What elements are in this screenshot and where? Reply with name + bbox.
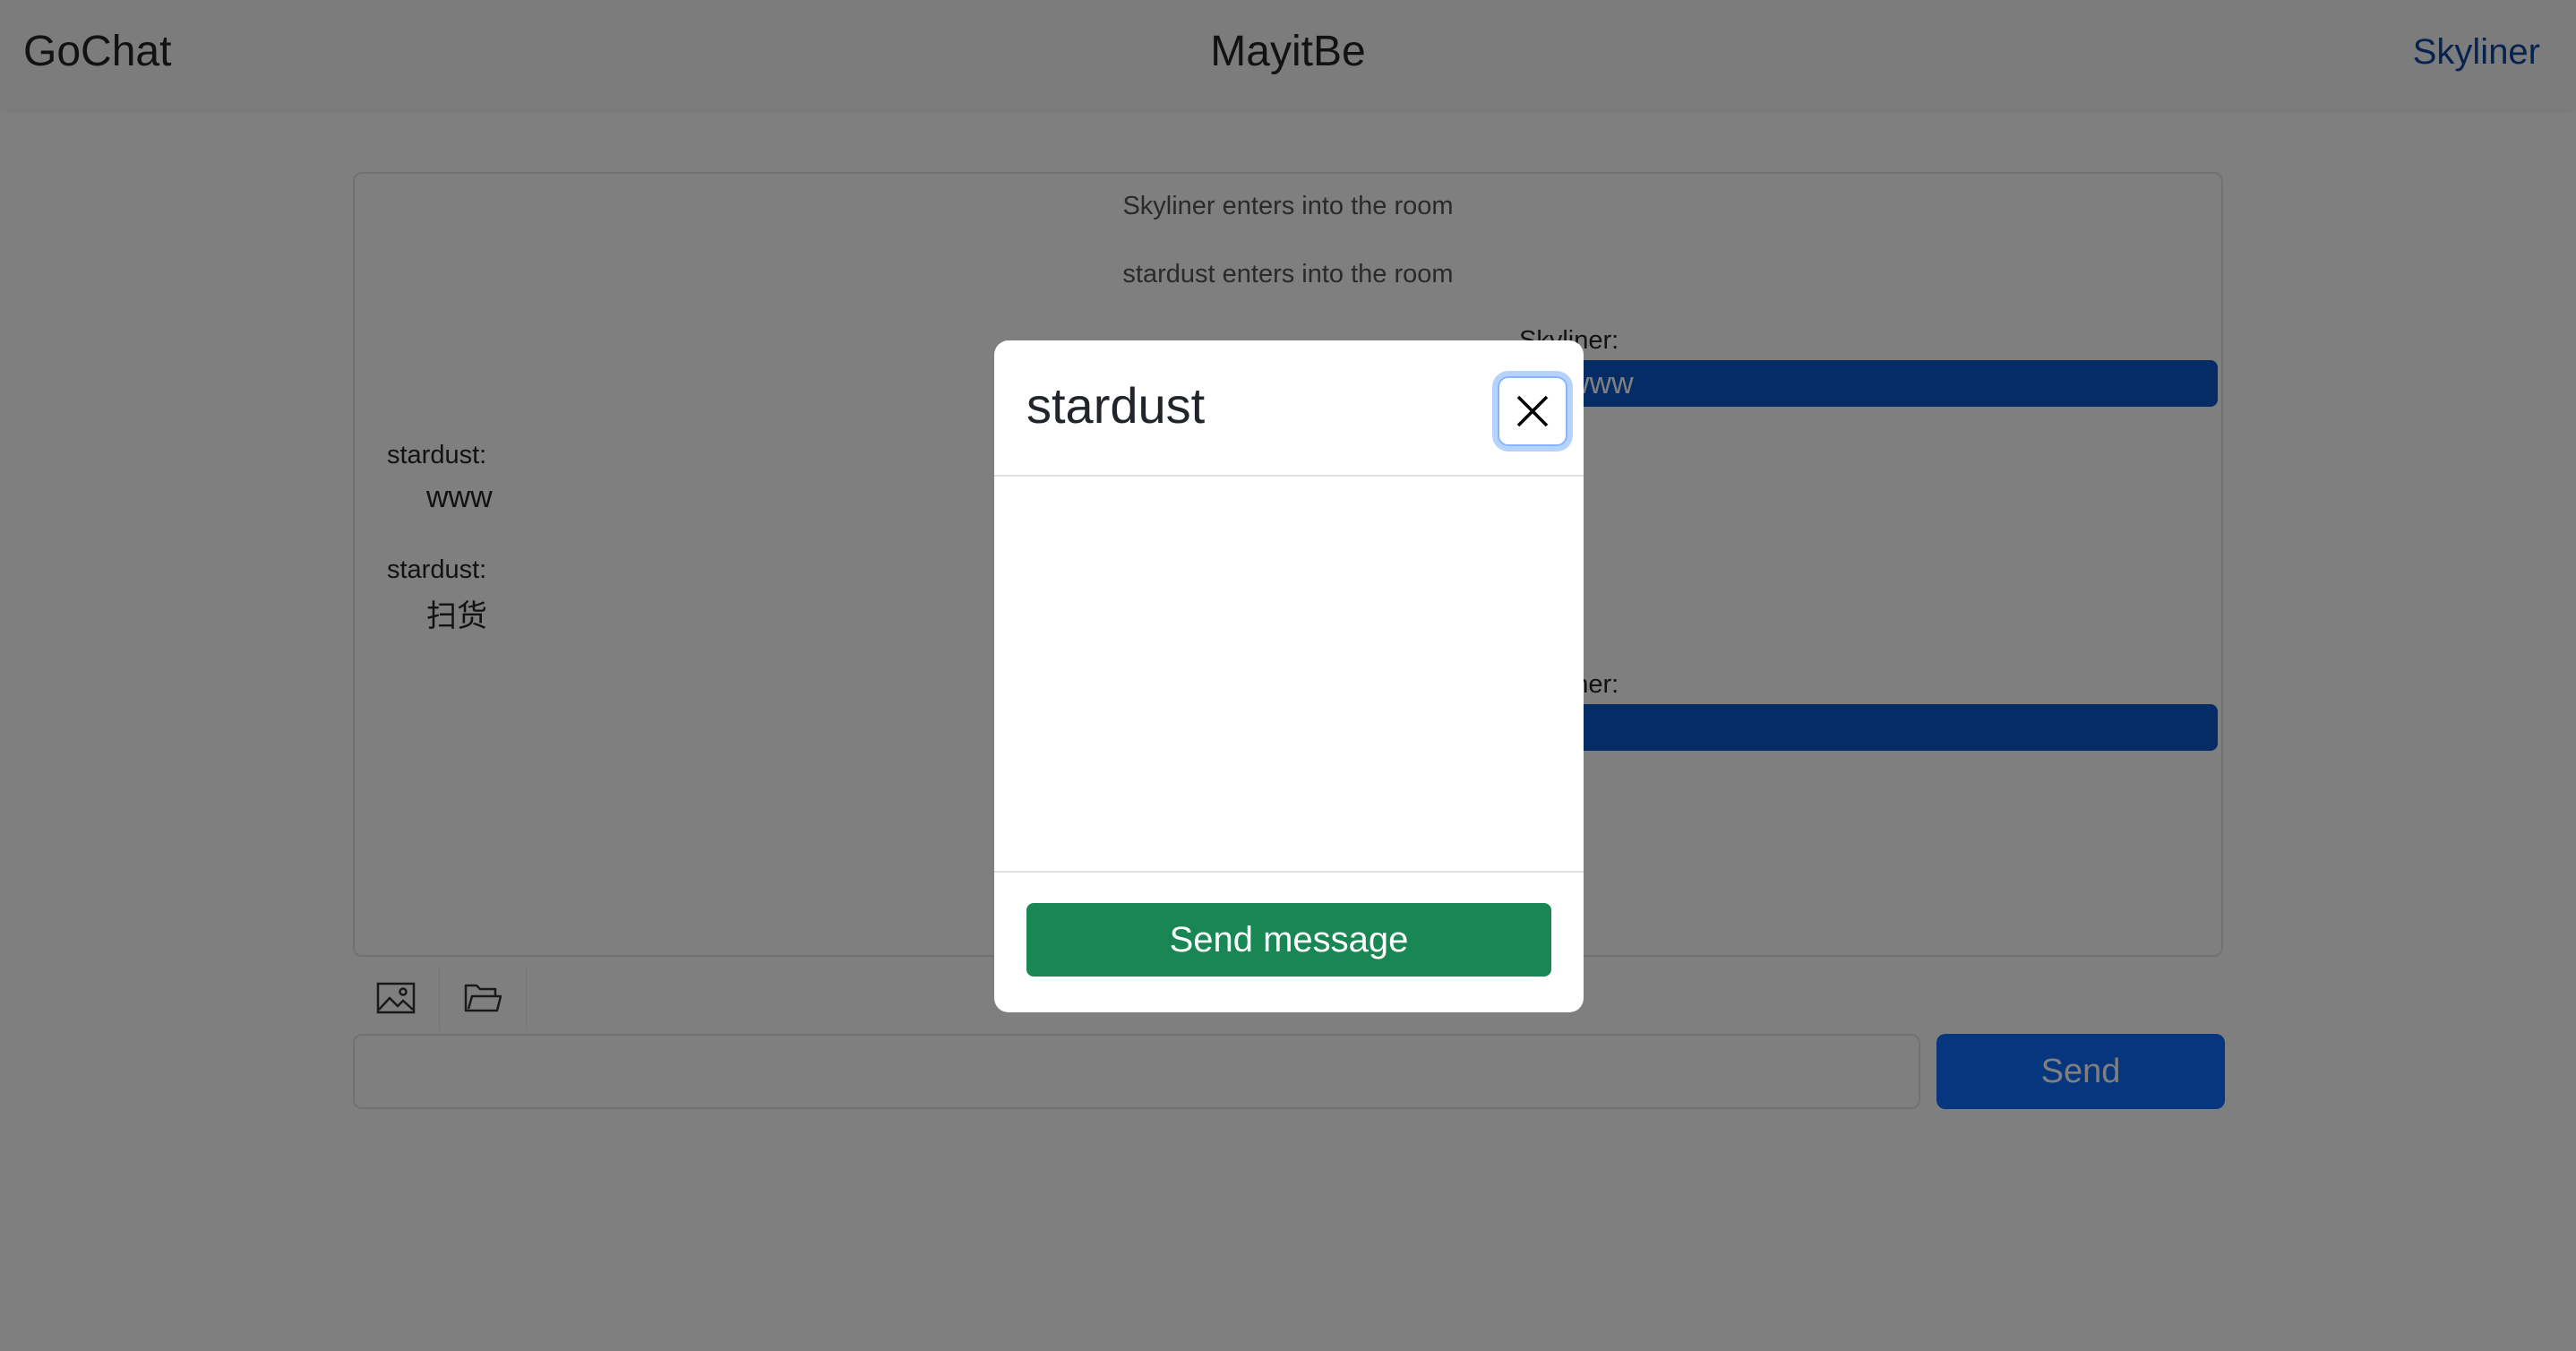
- modal-footer: Send message: [994, 871, 1584, 1012]
- close-icon: [1516, 395, 1549, 427]
- modal-header: stardust: [994, 340, 1584, 477]
- modal-close-button[interactable]: [1498, 376, 1567, 446]
- modal-title: stardust: [1026, 377, 1206, 434]
- page: GoChat MayitBe Skyliner Skyliner enters …: [0, 0, 2576, 1351]
- send-message-button[interactable]: Send message: [1026, 903, 1551, 977]
- user-modal: stardust Send message: [994, 340, 1584, 1012]
- modal-body: [994, 477, 1584, 871]
